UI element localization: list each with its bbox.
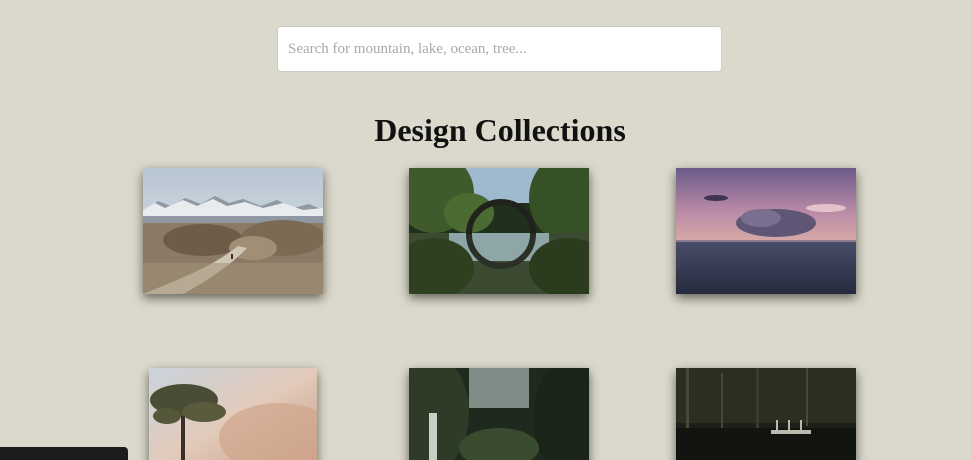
photo-forest-waterfall[interactable]	[409, 368, 589, 460]
photo-arch-bridge-lake[interactable]	[409, 168, 589, 294]
photo-dark-forest-dock[interactable]	[676, 368, 856, 460]
photo-tree-fog[interactable]	[149, 368, 317, 460]
photo-mountain-desert[interactable]	[143, 168, 323, 294]
bottom-toolbar	[0, 447, 128, 460]
page-title: Design Collections	[374, 112, 626, 148]
photo-ocean-sunset[interactable]	[676, 168, 856, 294]
search-input[interactable]	[277, 26, 722, 72]
